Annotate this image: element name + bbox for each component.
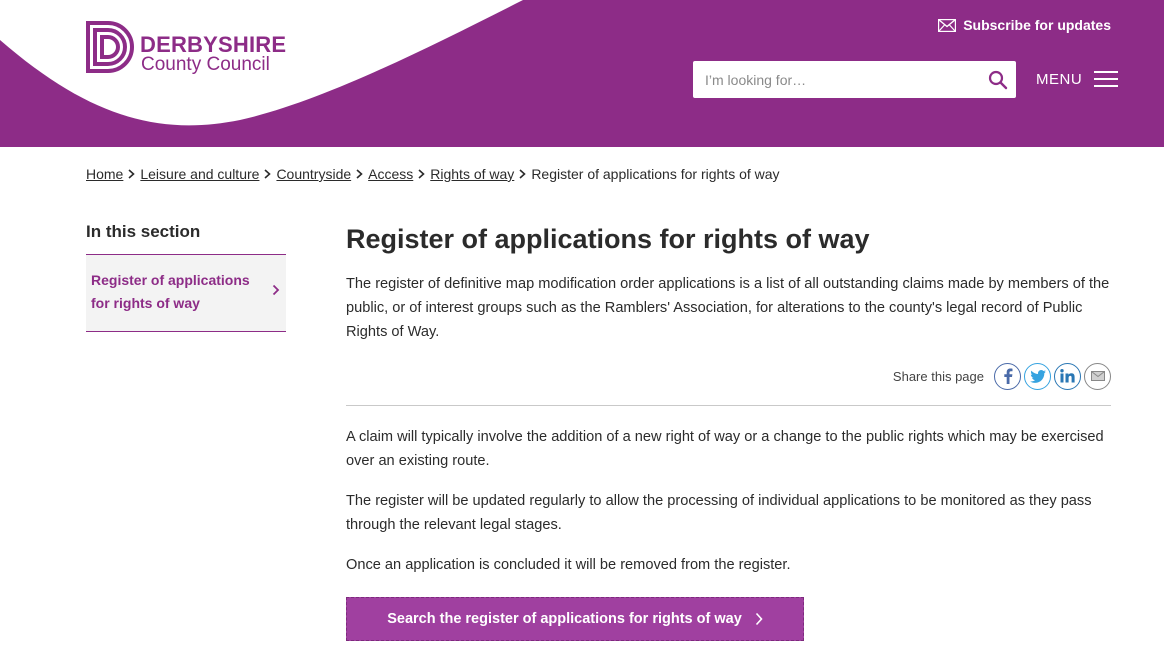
body-paragraph: The register will be updated regularly t… (346, 493, 1092, 533)
section-sidebar: In this section Register of applications… (86, 222, 286, 332)
chevron-right-icon (128, 169, 136, 179)
breadcrumb-rights-of-way[interactable]: Rights of way (430, 166, 514, 182)
sidebar-title: In this section (86, 222, 286, 255)
sidebar-item-register-of-applications[interactable]: Register of applications for rights of w… (86, 255, 286, 332)
body-paragraph: A claim will typically involve the addit… (346, 429, 1104, 469)
facebook-icon[interactable] (994, 362, 1021, 390)
linkedin-icon[interactable] (1054, 362, 1081, 390)
breadcrumb-countryside[interactable]: Countryside (276, 166, 351, 182)
envelope-icon (938, 18, 957, 32)
search-input[interactable] (693, 62, 973, 97)
search-register-button[interactable]: Search the register of applications for … (346, 597, 804, 641)
menu-button[interactable]: MENU (1036, 70, 1119, 88)
chevron-right-icon (356, 169, 363, 179)
chevron-right-icon (755, 612, 763, 626)
logo-line-2: County Council (141, 54, 270, 75)
logo-line-1: DERBYSHIRE (140, 32, 287, 57)
breadcrumb-access[interactable]: Access (368, 166, 413, 182)
content-divider (346, 405, 1111, 406)
share-bar: Share this page (346, 362, 1111, 390)
menu-label: MENU (1036, 70, 1083, 88)
derbyshire-logo[interactable]: DERBYSHIRE County Council (86, 21, 286, 79)
subscribe-label: Subscribe for updates (963, 17, 1111, 33)
breadcrumb: Home Leisure and culture Countryside Acc… (86, 166, 780, 182)
body-paragraph: Once an application is concluded it will… (346, 557, 791, 573)
search-register-label: Search the register of applications for … (387, 611, 742, 627)
site-header: DERBYSHIRE County Council Subscribe for … (0, 0, 1164, 147)
breadcrumb-leisure-and-culture[interactable]: Leisure and culture (140, 166, 259, 182)
subscribe-link[interactable]: Subscribe for updates (938, 16, 1111, 34)
council-logo-icon (86, 21, 134, 73)
hamburger-icon (1094, 70, 1119, 88)
main-content: Register of applications for rights of w… (346, 222, 1111, 641)
sidebar-item-label: Register of applications for rights of w… (91, 272, 250, 311)
chevron-right-icon (418, 169, 425, 179)
site-search (693, 61, 1016, 98)
chevron-right-icon (272, 283, 280, 301)
intro-paragraph: The register of definitive map modificat… (346, 276, 1110, 340)
search-icon[interactable] (988, 70, 1008, 90)
share-label: Share this page (892, 368, 984, 384)
chevron-right-icon (264, 169, 272, 179)
email-icon[interactable] (1084, 362, 1111, 390)
breadcrumb-home[interactable]: Home (86, 166, 123, 182)
page-title: Register of applications for rights of w… (346, 224, 870, 254)
twitter-icon[interactable] (1024, 362, 1051, 390)
breadcrumb-current: Register of applications for rights of w… (531, 166, 780, 182)
chevron-right-icon (519, 169, 527, 179)
